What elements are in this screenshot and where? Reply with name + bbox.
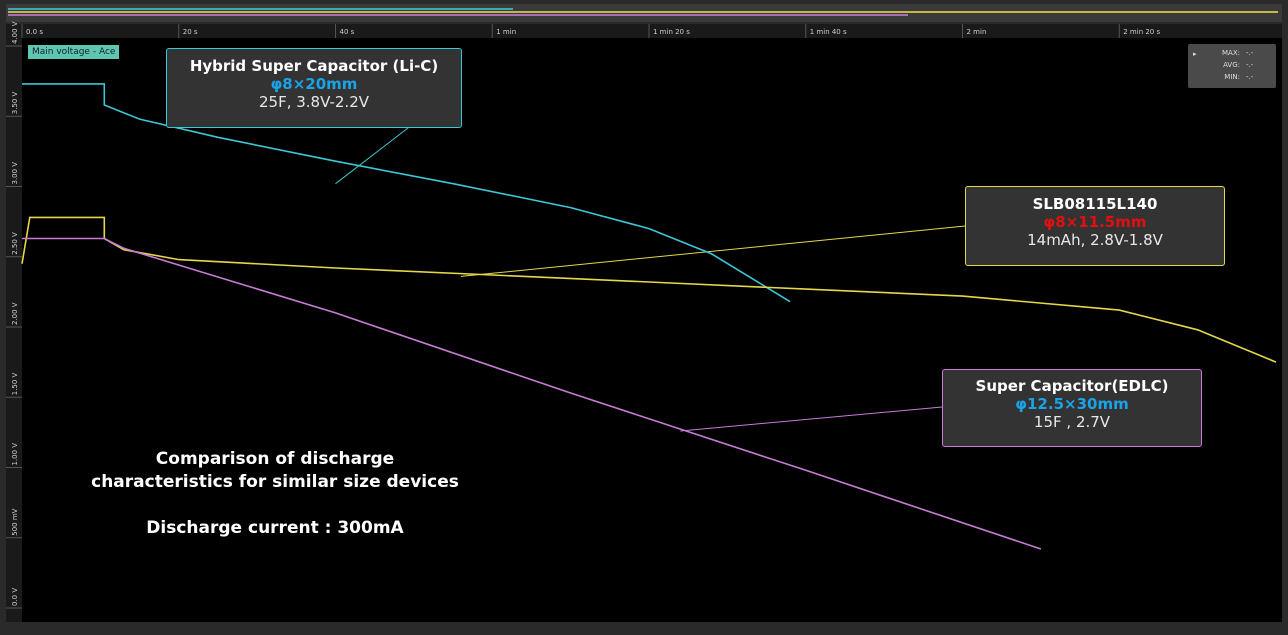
chart-note: Comparison of discharge characteristics … bbox=[60, 448, 490, 540]
annotation-size: φ8×11.5mm bbox=[1043, 213, 1147, 231]
y-tick-label: 500 mV bbox=[11, 508, 19, 535]
x-tick-label: 1 min bbox=[496, 28, 516, 36]
note-line-1: Comparison of discharge bbox=[155, 449, 395, 469]
annotation-edlc: Super Capacitor(EDLC) φ12.5×30mm 15F , 2… bbox=[942, 369, 1202, 447]
note-spacer bbox=[60, 494, 490, 517]
x-tick-label: 0.0 s bbox=[26, 28, 43, 36]
stats-arrow-icon[interactable]: ▸ bbox=[1193, 50, 1197, 58]
stats-panel: ▸ MAX: AVG: MIN: -.- -.- -.- bbox=[1188, 44, 1276, 88]
annotation-title: Hybrid Super Capacitor (Li-C) bbox=[189, 57, 439, 75]
x-tick-label: 1 min 40 s bbox=[810, 28, 847, 36]
y-tick-label: 3.00 V bbox=[11, 162, 19, 185]
x-tick-label: 2 min 20 s bbox=[1123, 28, 1160, 36]
y-tick-label: 4.00 V bbox=[11, 21, 19, 44]
stat-min-label: MIN: bbox=[1224, 73, 1240, 81]
y-tick-label: 1.50 V bbox=[11, 372, 19, 395]
annotation-size: φ8×20mm bbox=[270, 75, 358, 93]
x-tick-label: 40 s bbox=[340, 28, 355, 36]
y-tick-label: 1.00 V bbox=[11, 443, 19, 466]
annotation-spec: 15F , 2.7V bbox=[1033, 413, 1111, 431]
x-tick-label: 20 s bbox=[183, 28, 198, 36]
annotation-hybrid-capacitor: Hybrid Super Capacitor (Li-C) φ8×20mm 25… bbox=[166, 48, 462, 128]
y-tick-label: 2.50 V bbox=[11, 232, 19, 255]
annotation-title: Super Capacitor(EDLC) bbox=[975, 377, 1169, 395]
annotation-title: SLB08115L140 bbox=[1032, 195, 1158, 213]
annotation-spec: 25F, 3.8V-2.2V bbox=[258, 93, 370, 111]
stat-min-value: -.- bbox=[1246, 73, 1254, 81]
annotation-slb-battery: SLB08115L140 φ8×11.5mm 14mAh, 2.8V-1.8V bbox=[965, 186, 1225, 266]
x-tick-label: 2 min bbox=[967, 28, 987, 36]
annotation-size: φ12.5×30mm bbox=[1015, 395, 1129, 413]
y-tick-label: 0.0 V bbox=[11, 588, 19, 606]
stat-max-label: MAX: bbox=[1222, 49, 1240, 57]
stat-avg-value: -.- bbox=[1246, 61, 1254, 69]
channel-label[interactable]: Main voltage - Ace bbox=[28, 45, 120, 59]
y-tick-label: 2.00 V bbox=[11, 302, 19, 325]
stat-avg-label: AVG: bbox=[1223, 61, 1240, 69]
note-line-2: characteristics for similar size devices bbox=[91, 472, 459, 492]
annotation-spec: 14mAh, 2.8V-1.8V bbox=[1027, 231, 1163, 249]
stat-max-value: -.- bbox=[1246, 49, 1254, 57]
x-tick-label: 1 min 20 s bbox=[653, 28, 690, 36]
y-tick-label: 3.50 V bbox=[11, 91, 19, 114]
note-line-3: Discharge current : 300mA bbox=[146, 518, 404, 538]
